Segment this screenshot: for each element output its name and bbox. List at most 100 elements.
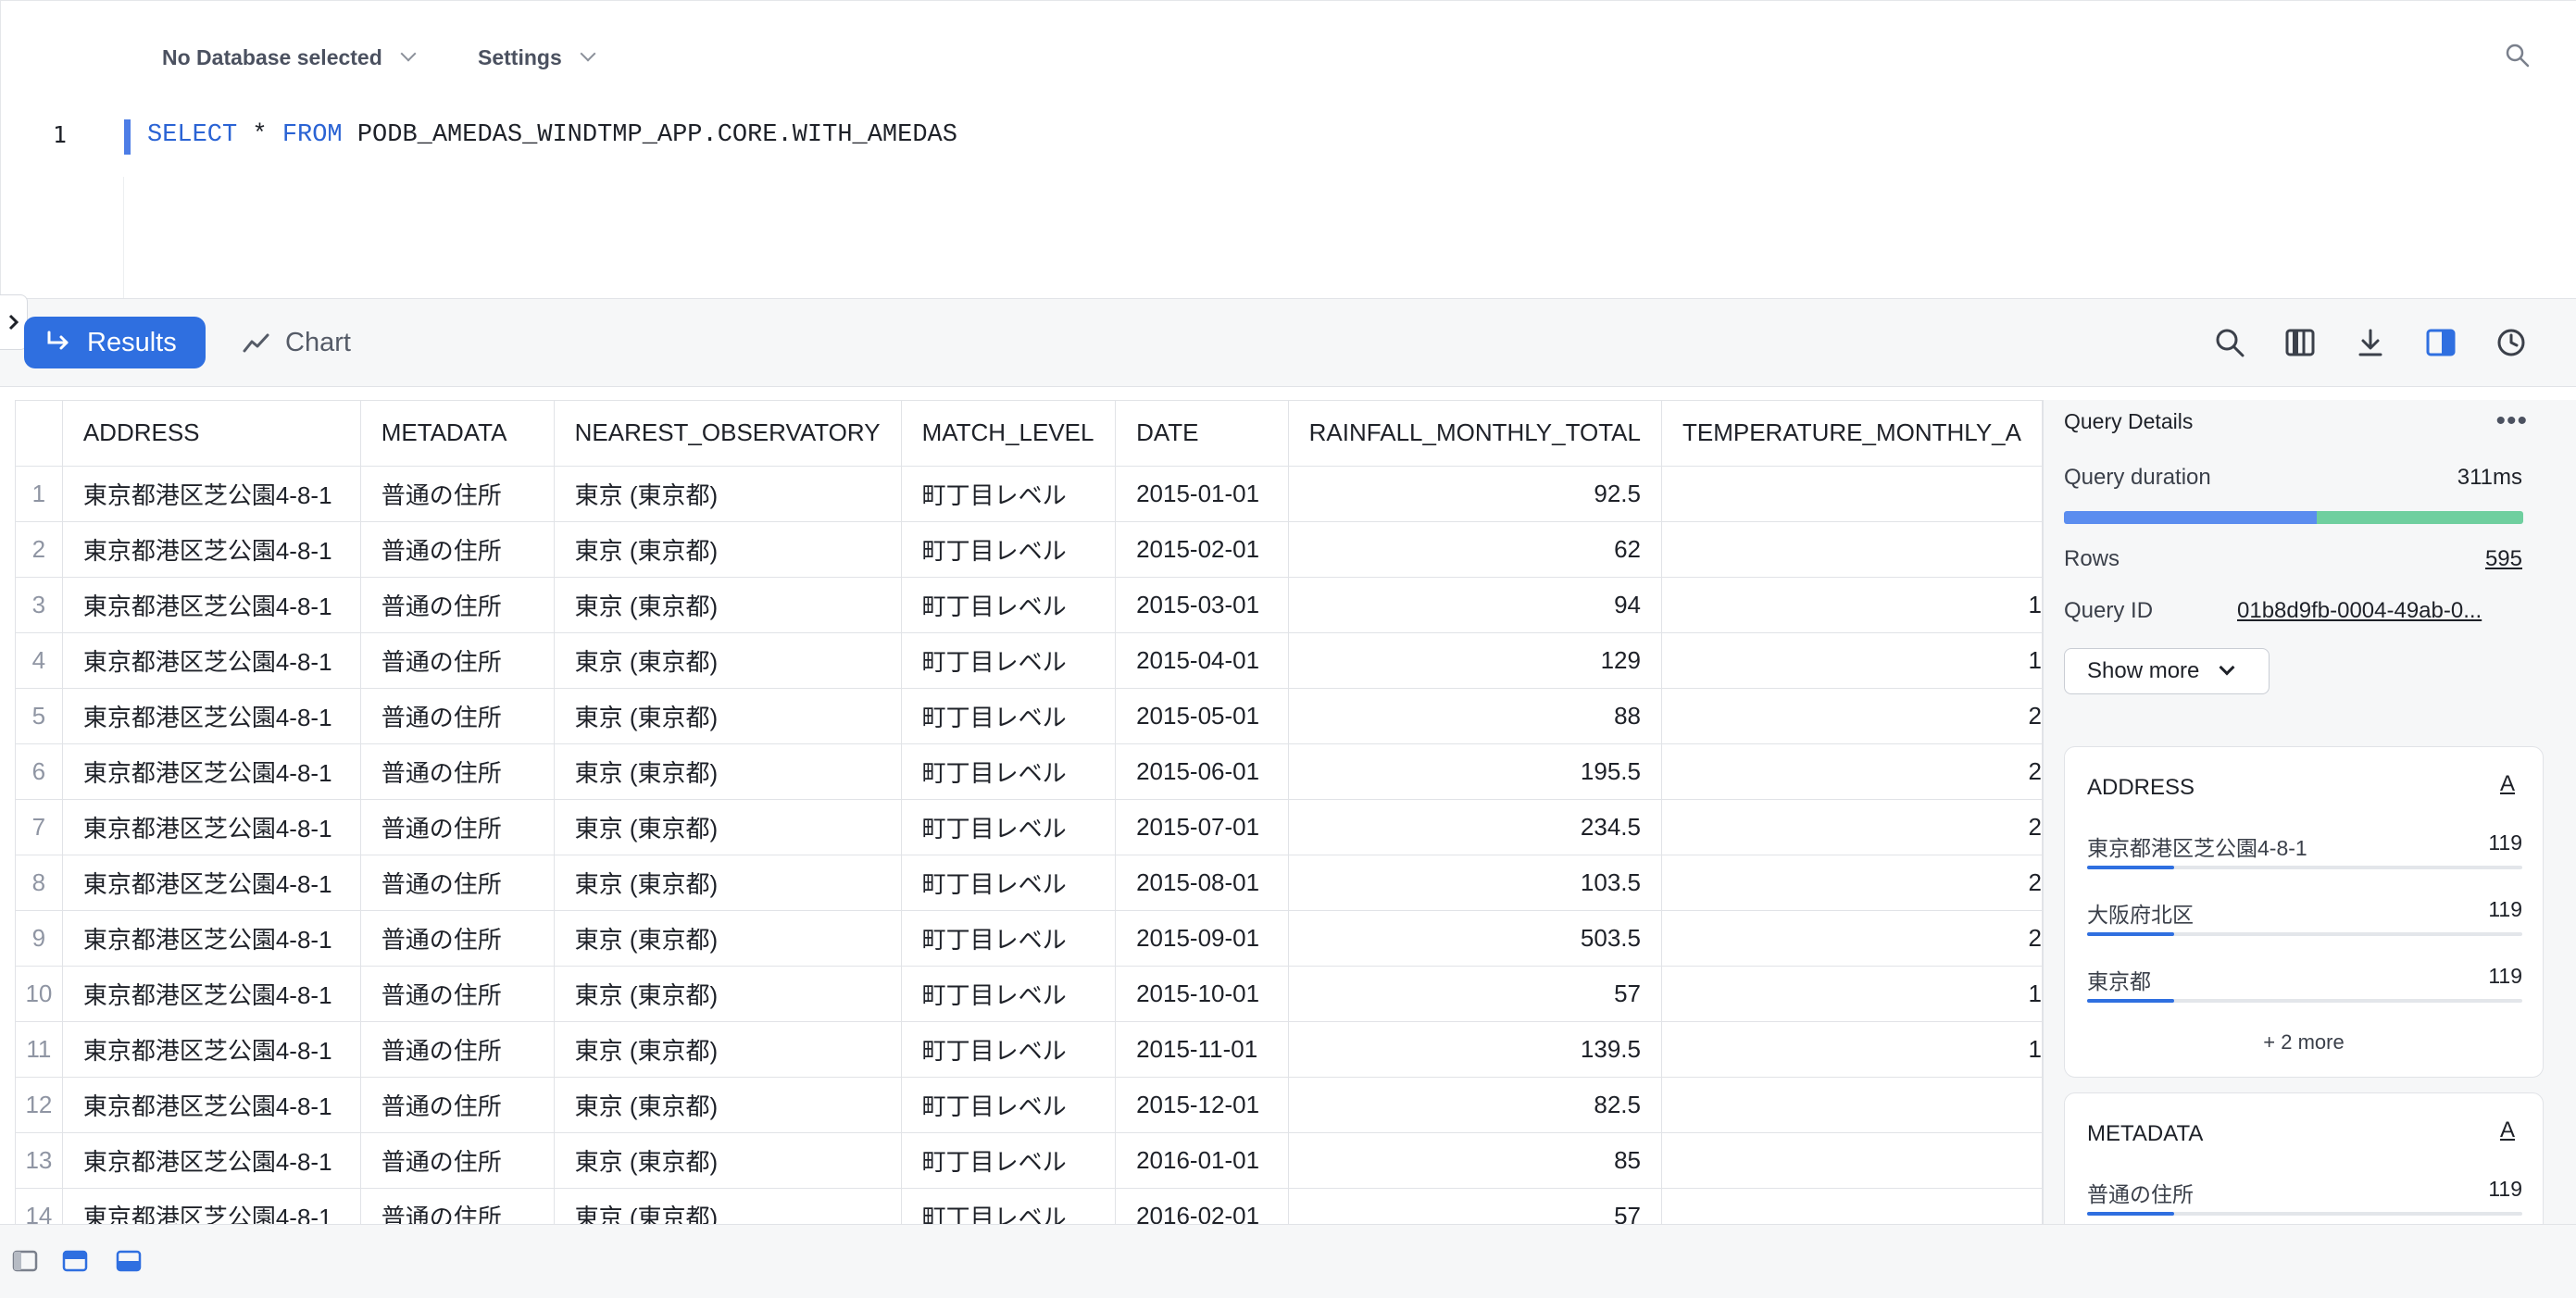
column-header[interactable]: NEAREST_OBSERVATORY <box>554 401 902 467</box>
cell-rainfall[interactable]: 129 <box>1288 632 1662 689</box>
cell-address[interactable]: 東京都港区芝公園4-8-1 <box>62 1021 361 1078</box>
cell-match-level[interactable]: 町丁目レベル <box>901 799 1117 855</box>
column-header[interactable]: DATE <box>1115 401 1289 467</box>
cell-nearest-observatory[interactable]: 東京 (東京都) <box>554 1077 902 1133</box>
row-number[interactable]: 14 <box>16 1188 63 1224</box>
cell-temperature[interactable]: 1 <box>1661 577 2043 633</box>
row-number[interactable]: 2 <box>16 521 63 578</box>
table-row[interactable]: 5 東京都港区芝公園4-8-1 普通の住所 東京 (東京都) 町丁目レベル 2015-05… <box>16 688 2043 744</box>
cell-address[interactable]: 東京都港区芝公園4-8-1 <box>62 966 361 1022</box>
layout-bottom-panel-icon[interactable] <box>115 1247 143 1275</box>
tab-chart[interactable]: Chart <box>243 317 351 368</box>
cell-match-level[interactable]: 町丁目レベル <box>901 1132 1117 1189</box>
cell-nearest-observatory[interactable]: 東京 (東京都) <box>554 799 902 855</box>
cell-temperature[interactable] <box>1661 1132 2043 1189</box>
cell-date[interactable]: 2015-06-01 <box>1115 743 1289 800</box>
cell-temperature[interactable]: 1 <box>1661 632 2043 689</box>
cell-date[interactable]: 2015-07-01 <box>1115 799 1289 855</box>
cell-temperature[interactable] <box>1661 1077 2043 1133</box>
cell-rainfall[interactable]: 139.5 <box>1288 1021 1662 1078</box>
cell-date[interactable]: 2015-10-01 <box>1115 966 1289 1022</box>
cell-address[interactable]: 東京都港区芝公園4-8-1 <box>62 855 361 911</box>
cell-date[interactable]: 2015-04-01 <box>1115 632 1289 689</box>
more-options-icon[interactable]: ••• <box>2495 406 2528 437</box>
cell-nearest-observatory[interactable]: 東京 (東京都) <box>554 577 902 633</box>
settings-dropdown[interactable]: Settings <box>478 44 596 71</box>
cell-address[interactable]: 東京都港区芝公園4-8-1 <box>62 1188 361 1224</box>
cell-nearest-observatory[interactable]: 東京 (東京都) <box>554 466 902 522</box>
layout-sidebar-icon[interactable] <box>11 1247 39 1275</box>
table-row[interactable]: 7 東京都港区芝公園4-8-1 普通の住所 東京 (東京都) 町丁目レベル 2015-07… <box>16 799 2043 855</box>
cell-date[interactable]: 2015-09-01 <box>1115 910 1289 967</box>
cell-match-level[interactable]: 町丁目レベル <box>901 577 1117 633</box>
tab-results[interactable]: Results <box>24 317 206 368</box>
cell-address[interactable]: 東京都港区芝公園4-8-1 <box>62 466 361 522</box>
table-row[interactable]: 3 東京都港区芝公園4-8-1 普通の住所 東京 (東京都) 町丁目レベル 2015-03… <box>16 577 2043 633</box>
cell-metadata[interactable]: 普通の住所 <box>360 1132 555 1189</box>
column-header[interactable]: RAINFALL_MONTHLY_TOTAL <box>1288 401 1662 467</box>
cell-match-level[interactable]: 町丁目レベル <box>901 1021 1117 1078</box>
cell-temperature[interactable] <box>1661 1188 2043 1224</box>
cell-match-level[interactable]: 町丁目レベル <box>901 910 1117 967</box>
layout-top-panel-icon[interactable] <box>61 1247 89 1275</box>
cell-rainfall[interactable]: 88 <box>1288 688 1662 744</box>
table-row[interactable]: 8 東京都港区芝公園4-8-1 普通の住所 東京 (東京都) 町丁目レベル 2015-08… <box>16 855 2043 911</box>
search-icon[interactable] <box>2504 42 2532 69</box>
sql-code-line[interactable]: SELECT * FROM PODB_AMEDAS_WINDTMP_APP.CO… <box>147 121 957 149</box>
cell-temperature[interactable]: 1 <box>1661 1021 2043 1078</box>
cell-rainfall[interactable]: 234.5 <box>1288 799 1662 855</box>
cell-match-level[interactable]: 町丁目レベル <box>901 855 1117 911</box>
cell-date[interactable]: 2015-01-01 <box>1115 466 1289 522</box>
cell-match-level[interactable]: 町丁目レベル <box>901 1077 1117 1133</box>
cell-date[interactable]: 2016-01-01 <box>1115 1132 1289 1189</box>
download-button[interactable] <box>2352 324 2389 361</box>
sql-editor[interactable]: No Database selected Settings 1 SELECT *… <box>0 0 2576 299</box>
query-id-value[interactable]: 01b8d9fb-0004-49ab-0... <box>2237 598 2522 624</box>
cell-date[interactable]: 2016-02-01 <box>1115 1188 1289 1224</box>
cell-date[interactable]: 2015-11-01 <box>1115 1021 1289 1078</box>
table-row[interactable]: 10 東京都港区芝公園4-8-1 普通の住所 東京 (東京都) 町丁目レベル 2015-1… <box>16 966 2043 1022</box>
cell-nearest-observatory[interactable]: 東京 (東京都) <box>554 632 902 689</box>
cell-nearest-observatory[interactable]: 東京 (東京都) <box>554 966 902 1022</box>
cell-nearest-observatory[interactable]: 東京 (東京都) <box>554 521 902 578</box>
cell-match-level[interactable]: 町丁目レベル <box>901 466 1117 522</box>
cell-nearest-observatory[interactable]: 東京 (東京都) <box>554 1188 902 1224</box>
cell-metadata[interactable]: 普通の住所 <box>360 743 555 800</box>
cell-metadata[interactable]: 普通の住所 <box>360 966 555 1022</box>
cell-nearest-observatory[interactable]: 東京 (東京都) <box>554 855 902 911</box>
cell-address[interactable]: 東京都港区芝公園4-8-1 <box>62 1077 361 1133</box>
row-number[interactable]: 13 <box>16 1132 63 1189</box>
cell-metadata[interactable]: 普通の住所 <box>360 1077 555 1133</box>
more-values-link[interactable]: + 2 more <box>2065 1030 2543 1055</box>
row-number[interactable]: 9 <box>16 910 63 967</box>
cell-address[interactable]: 東京都港区芝公園4-8-1 <box>62 743 361 800</box>
search-results-button[interactable] <box>2211 324 2248 361</box>
cell-temperature[interactable]: 2 <box>1661 910 2043 967</box>
cell-metadata[interactable]: 普通の住所 <box>360 466 555 522</box>
row-number[interactable]: 12 <box>16 1077 63 1133</box>
cell-metadata[interactable]: 普通の住所 <box>360 799 555 855</box>
cell-date[interactable]: 2015-03-01 <box>1115 577 1289 633</box>
table-row[interactable]: 4 東京都港区芝公園4-8-1 普通の住所 東京 (東京都) 町丁目レベル 2015-04… <box>16 632 2043 689</box>
cell-match-level[interactable]: 町丁目レベル <box>901 1188 1117 1224</box>
row-number[interactable]: 6 <box>16 743 63 800</box>
table-row[interactable]: 9 東京都港区芝公園4-8-1 普通の住所 東京 (東京都) 町丁目レベル 2015-09… <box>16 910 2043 967</box>
cell-rainfall[interactable]: 195.5 <box>1288 743 1662 800</box>
stat-row[interactable]: 東京都港区芝公園4-8-1 119 <box>2087 830 2522 877</box>
row-number[interactable]: 3 <box>16 577 63 633</box>
table-row[interactable]: 6 東京都港区芝公園4-8-1 普通の住所 東京 (東京都) 町丁目レベル 2015-06… <box>16 743 2043 800</box>
table-row[interactable]: 1 東京都港区芝公園4-8-1 普通の住所 東京 (東京都) 町丁目レベル 2015-01… <box>16 466 2043 522</box>
cell-rainfall[interactable]: 82.5 <box>1288 1077 1662 1133</box>
cell-nearest-observatory[interactable]: 東京 (東京都) <box>554 688 902 744</box>
stat-row[interactable]: 普通の住所 119 <box>2087 1177 2522 1223</box>
table-row[interactable]: 14 東京都港区芝公園4-8-1 普通の住所 東京 (東京都) 町丁目レベル 2016-0… <box>16 1188 2043 1224</box>
cell-match-level[interactable]: 町丁目レベル <box>901 743 1117 800</box>
cell-metadata[interactable]: 普通の住所 <box>360 910 555 967</box>
column-header[interactable]: ADDRESS <box>62 401 361 467</box>
cell-match-level[interactable]: 町丁目レベル <box>901 632 1117 689</box>
cell-temperature[interactable]: 1 <box>1661 966 2043 1022</box>
row-number[interactable]: 11 <box>16 1021 63 1078</box>
table-row[interactable]: 2 東京都港区芝公園4-8-1 普通の住所 東京 (東京都) 町丁目レベル 2015-02… <box>16 521 2043 578</box>
columns-button[interactable] <box>2282 324 2319 361</box>
table-row[interactable]: 12 東京都港区芝公園4-8-1 普通の住所 東京 (東京都) 町丁目レベル 2015-1… <box>16 1077 2043 1133</box>
